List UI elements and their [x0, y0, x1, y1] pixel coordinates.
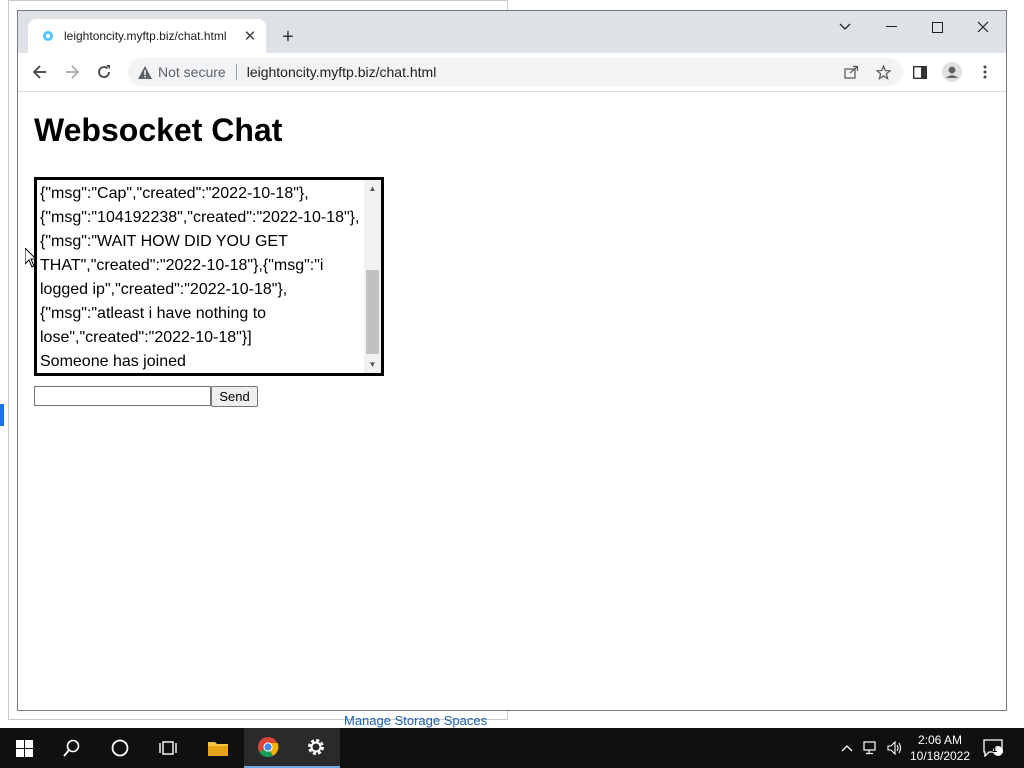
task-view-icon[interactable] [144, 728, 192, 768]
send-button[interactable]: Send [211, 386, 258, 407]
notification-count: 1 [992, 744, 998, 754]
tab-strip: leightoncity.myftp.biz/chat.html ✕ + [18, 11, 1006, 53]
taskbar: 2:06 AM 10/18/2022 1 [0, 728, 1024, 768]
scroll-thumb[interactable] [366, 270, 379, 354]
windows-start-icon[interactable] [0, 728, 48, 768]
new-tab-button[interactable]: + [276, 25, 300, 49]
search-icon[interactable] [48, 728, 96, 768]
back-arrow-icon[interactable] [28, 60, 52, 84]
file-explorer-icon[interactable] [194, 728, 242, 768]
taskbar-clock[interactable]: 2:06 AM 10/18/2022 [904, 732, 976, 764]
browser-toolbar: Not secure leightoncity.myftp.biz/chat.h… [18, 53, 1006, 92]
globe-icon [40, 28, 56, 44]
clock-date: 10/18/2022 [909, 749, 971, 763]
cortana-icon[interactable] [96, 728, 144, 768]
menu-kebab-icon[interactable] [973, 60, 997, 84]
left-accent-bar [0, 404, 4, 426]
tab-chat[interactable]: leightoncity.myftp.biz/chat.html ✕ [28, 19, 266, 53]
message-input[interactable] [34, 386, 211, 406]
maximize-icon[interactable] [914, 15, 960, 39]
bookmark-star-icon[interactable] [871, 60, 895, 84]
url-text[interactable]: leightoncity.myftp.biz/chat.html [247, 64, 839, 80]
clock-time: 2:06 AM [917, 733, 963, 747]
not-secure-label[interactable]: Not secure [158, 64, 226, 80]
mouse-cursor-icon [24, 246, 38, 273]
profile-avatar-icon[interactable] [940, 60, 964, 84]
address-bar[interactable]: Not secure leightoncity.myftp.biz/chat.h… [128, 58, 903, 86]
close-icon[interactable] [960, 15, 1006, 39]
omnibox-separator [235, 64, 237, 80]
tab-close-icon[interactable]: ✕ [240, 26, 260, 46]
page-title: Websocket Chat [34, 112, 283, 148]
scroll-down-arrow-icon[interactable]: ▼ [364, 356, 381, 373]
chevron-up-icon[interactable] [838, 728, 856, 768]
settings-icon[interactable] [292, 728, 340, 768]
chevron-down-icon[interactable] [822, 15, 868, 39]
manage-storage-spaces-link[interactable]: Manage Storage Spaces [344, 713, 487, 728]
chat-log[interactable]: {"msg":"Cap","created":"2022-10-18"}, {"… [34, 177, 384, 376]
share-icon[interactable] [839, 60, 863, 84]
volume-icon[interactable] [884, 728, 906, 768]
tab-title: leightoncity.myftp.biz/chat.html [64, 29, 227, 43]
network-icon[interactable] [860, 728, 882, 768]
browser-window: leightoncity.myftp.biz/chat.html ✕ + Not… [17, 10, 1007, 711]
reload-icon[interactable] [92, 60, 116, 84]
notifications-icon[interactable]: 1 [980, 728, 1006, 768]
page-content: Websocket Chat {"msg":"Cap","created":"2… [18, 92, 1006, 710]
chrome-icon[interactable] [244, 728, 292, 768]
warning-icon[interactable] [138, 65, 152, 79]
forward-arrow-icon[interactable] [60, 60, 84, 84]
chat-scrollbar[interactable]: ▲ ▼ [364, 180, 381, 373]
chat-messages: {"msg":"Cap","created":"2022-10-18"}, {"… [40, 185, 360, 370]
minimize-icon[interactable] [868, 15, 914, 39]
side-panel-icon[interactable] [908, 60, 932, 84]
scroll-up-arrow-icon[interactable]: ▲ [364, 180, 381, 197]
